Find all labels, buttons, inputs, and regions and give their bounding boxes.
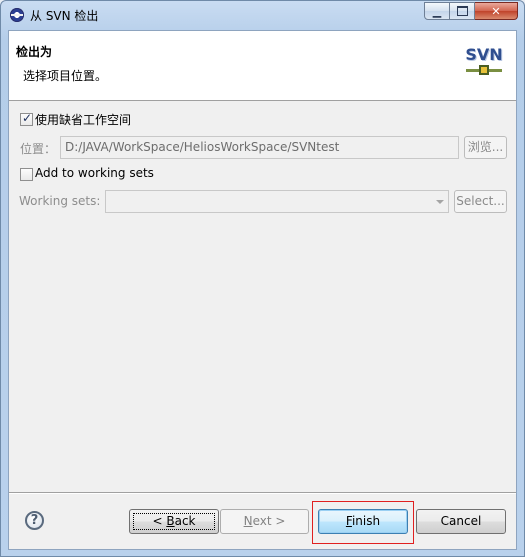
page-title: 检出为 — [16, 45, 53, 59]
working-sets-combo[interactable] — [105, 190, 449, 213]
next-button[interactable]: Next > — [220, 509, 309, 534]
browse-button[interactable]: 浏览... — [464, 136, 507, 159]
close-icon: ✕ — [491, 4, 501, 18]
use-default-workspace-checkbox[interactable] — [20, 111, 33, 126]
finish-highlight-box — [312, 501, 414, 544]
back-button-label: ack — [174, 514, 196, 528]
use-default-workspace-label[interactable]: 使用缺省工作空间 — [35, 111, 131, 128]
cancel-button[interactable]: Cancel — [416, 509, 506, 534]
help-icon[interactable]: ? — [25, 511, 44, 530]
eclipse-icon — [10, 8, 24, 22]
maximize-button[interactable] — [450, 2, 475, 20]
add-to-working-sets-checkbox[interactable] — [20, 168, 33, 181]
back-button-prefix: < — [152, 514, 167, 528]
chevron-down-icon — [436, 200, 444, 204]
footer-separator — [9, 492, 516, 494]
select-working-sets-button[interactable]: Select... — [454, 190, 507, 213]
next-button-label: ext > — [252, 514, 286, 528]
window-title: 从 SVN 检出 — [30, 9, 99, 23]
close-button[interactable]: ✕ — [475, 2, 518, 20]
caption-buttons: ▁ ✕ — [424, 2, 518, 20]
page-description: 选择项目位置。 — [23, 69, 108, 83]
maximize-icon — [456, 6, 468, 16]
dialog-client-area: 检出为 选择项目位置。 SVN 使用缺省工作空间 位置： D:/JAVA/Wor… — [8, 30, 517, 550]
svn-logo-knob — [479, 65, 489, 75]
back-button[interactable]: < Back — [129, 509, 219, 534]
location-label: 位置： — [20, 142, 57, 156]
wizard-banner: 检出为 选择项目位置。 SVN — [9, 31, 516, 101]
svn-checkout-window: 从 SVN 检出 ▁ ✕ 检出为 选择项目位置。 SVN 使用缺省工作空间 位置… — [0, 0, 525, 557]
add-to-working-sets-label[interactable]: Add to working sets — [35, 166, 154, 180]
back-button-mnemonic: B — [166, 514, 175, 528]
svn-logo-text: SVN — [465, 45, 503, 64]
location-input[interactable]: D:/JAVA/WorkSpace/HeliosWorkSpace/SVNtes… — [60, 136, 459, 159]
svn-logo-icon: SVN — [464, 45, 504, 83]
title-bar[interactable]: 从 SVN 检出 ▁ ✕ — [1, 1, 524, 29]
minimize-icon: ▁ — [432, 4, 442, 18]
minimize-button[interactable]: ▁ — [424, 2, 450, 20]
working-sets-label: Working sets: — [19, 194, 101, 208]
next-button-mnemonic: N — [243, 514, 253, 528]
